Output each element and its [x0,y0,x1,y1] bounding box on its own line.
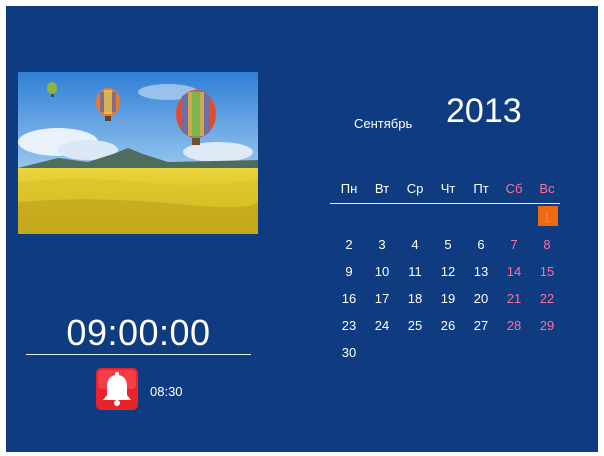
calendar-day-13[interactable]: 13 [466,264,496,279]
photo-display[interactable] [18,72,258,234]
calendar-day-3[interactable]: 3 [367,237,397,252]
clock-time: 09:00:00 [66,312,211,353]
calendar-day-10[interactable]: 10 [367,264,397,279]
calendar-days-grid: 1 2 3 4 5 6 7 8 9 10 11 12 13 14 15 16 17 18 19 20 21 22 23 24 2… [334,206,564,366]
calendar-day-5[interactable]: 5 [433,237,463,252]
calendar-divider [330,203,560,204]
calendar-day-19[interactable]: 19 [433,291,463,306]
weekday-tue: Вт [374,181,390,196]
calendar-day-14[interactable]: 14 [499,264,529,279]
calendar-day-22[interactable]: 22 [532,291,562,306]
alarm-time: 08:30 [150,384,183,399]
balloon-photo [18,72,258,234]
calendar-day-27[interactable]: 27 [466,318,496,333]
calendar-day-6[interactable]: 6 [466,237,496,252]
bell-icon[interactable] [96,368,138,410]
calendar-day-2[interactable]: 2 [334,237,364,252]
calendar-day-11[interactable]: 11 [400,264,430,279]
calendar-month: Сентябрь [354,116,413,131]
calendar-day-18[interactable]: 18 [400,291,430,306]
calendar-day-29[interactable]: 29 [532,318,562,333]
calendar-day-20[interactable]: 20 [466,291,496,306]
calendar-day-9[interactable]: 9 [334,264,364,279]
calendar-day-15[interactable]: 15 [532,264,562,279]
photo-frame-screen: 09:00:00 08:30 Сентябрь 2013 Пн Вт Ср Чт… [6,6,598,452]
weekday-thu: Чт [440,181,456,196]
calendar-day-16[interactable]: 16 [334,291,364,306]
weekday-wed: Ср [406,181,424,196]
calendar-weekday-header: Пн Вт Ср Чт Пт Сб Вс [334,181,564,199]
calendar-day-7[interactable]: 7 [499,237,529,252]
calendar-day-17[interactable]: 17 [367,291,397,306]
clock-underline [26,354,251,355]
calendar-day-8[interactable]: 8 [532,237,562,252]
calendar-day-25[interactable]: 25 [400,318,430,333]
calendar-day-26[interactable]: 26 [433,318,463,333]
calendar-day-12[interactable]: 12 [433,264,463,279]
weekday-fri: Пт [473,181,489,196]
weekday-sun: Вс [539,181,555,196]
calendar-day-4[interactable]: 4 [400,237,430,252]
calendar-day-21[interactable]: 21 [499,291,529,306]
weekday-sat: Сб [505,181,523,196]
calendar-day-24[interactable]: 24 [367,318,397,333]
calendar-day-30[interactable]: 30 [334,345,364,360]
calendar-day-23[interactable]: 23 [334,318,364,333]
calendar-year: 2013 [446,92,522,130]
calendar-day-28[interactable]: 28 [499,318,529,333]
weekday-mon: Пн [340,181,358,196]
calendar-day-1[interactable]: 1 [532,210,562,225]
